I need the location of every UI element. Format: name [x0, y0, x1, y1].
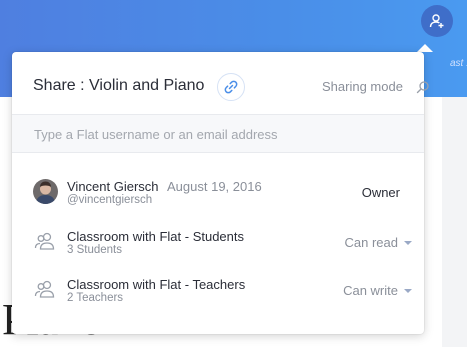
dialog-caret	[417, 44, 433, 52]
page: ast 1 Piano Share : Violin and Piano Sha…	[0, 0, 467, 347]
chevron-down-icon	[404, 288, 412, 293]
member-role-label: Owner	[361, 185, 400, 200]
invite-search-row	[12, 114, 424, 153]
permission-dropdown[interactable]: Can write	[343, 283, 412, 298]
permission-label: Can write	[343, 283, 398, 298]
add-user-button[interactable]	[421, 5, 453, 37]
member-username: @vincentgiersch	[67, 194, 153, 206]
group-icon	[34, 232, 55, 250]
member-count: 2 Teachers	[67, 292, 124, 304]
member-row-owner: Vincent Giersch August 19, 2016 @vincent…	[12, 172, 424, 212]
member-row-teachers: Classroom with Flat - Teachers 2 Teacher…	[12, 270, 424, 310]
invite-search-input[interactable]	[32, 123, 406, 145]
copy-link-button[interactable]	[217, 73, 245, 101]
avatar	[33, 179, 58, 204]
sharing-mode-button[interactable]: Sharing mode	[322, 79, 403, 94]
right-gutter	[442, 97, 467, 347]
link-icon	[224, 80, 238, 94]
permission-dropdown[interactable]: Can read	[345, 235, 412, 250]
member-name: Classroom with Flat - Students	[67, 229, 245, 244]
dialog-title: Share : Violin and Piano	[33, 77, 205, 94]
member-count: 3 Students	[67, 244, 122, 256]
member-name: Vincent Giersch	[67, 179, 159, 194]
share-dialog: Share : Violin and Piano Sharing mode Ty…	[12, 52, 429, 334]
member-name: Classroom with Flat - Teachers	[67, 277, 246, 292]
header-hint-text: ast 1	[450, 58, 467, 69]
group-icon	[34, 280, 55, 298]
member-row-students: Classroom with Flat - Students 3 Student…	[12, 222, 424, 262]
member-date: August 19, 2016	[167, 179, 262, 194]
chevron-down-icon	[404, 240, 412, 245]
user-plus-icon	[429, 14, 444, 28]
search-icon[interactable]	[416, 80, 430, 94]
permission-label: Can read	[344, 235, 398, 250]
dialog-header: Share : Violin and Piano Sharing mode	[12, 52, 429, 114]
